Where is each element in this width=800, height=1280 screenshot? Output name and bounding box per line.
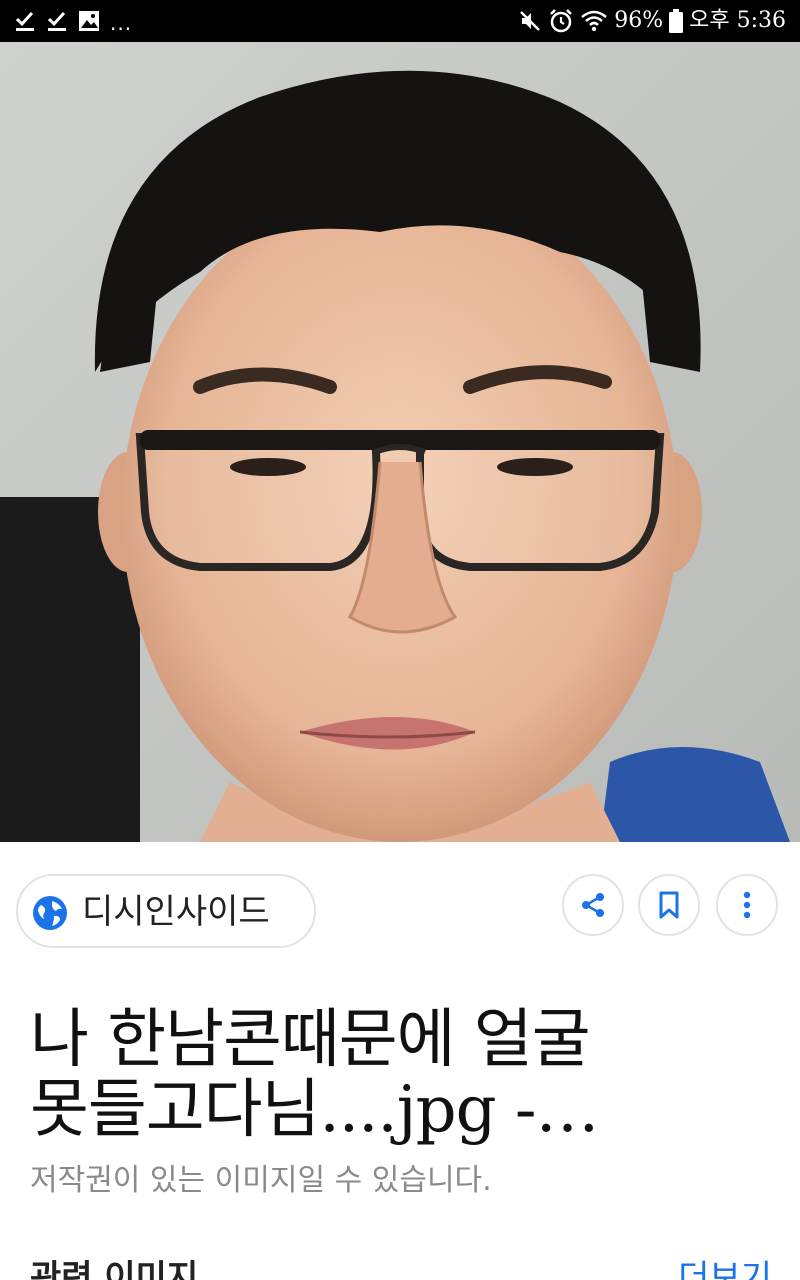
copyright-notice: 저작권이 있는 이미지일 수 있습니다. xyxy=(30,1163,492,1198)
bookmark-button[interactable] xyxy=(638,874,700,936)
check-icon xyxy=(15,11,34,31)
mute-icon xyxy=(520,11,541,31)
battery-icon xyxy=(669,9,684,33)
title-line: 나 한남콘때문에 얼굴 xyxy=(30,1003,591,1077)
share-icon xyxy=(582,893,604,917)
result-title[interactable]: 나 한남콘때문에 얼굴 못들고다님....jpg -… xyxy=(30,1005,770,1145)
clock: 오후 5:36 xyxy=(689,8,786,33)
alarm-icon xyxy=(550,9,573,33)
image-icon xyxy=(79,11,99,31)
check-icon xyxy=(47,11,66,31)
more-link[interactable]: 더보기 xyxy=(678,1250,772,1280)
bookmark-icon xyxy=(659,891,679,919)
status-bar: ... 96% 오후 5:36 xyxy=(0,0,800,42)
notification-icons: ... xyxy=(14,7,132,35)
globe-icon xyxy=(33,896,67,930)
wifi-icon xyxy=(581,10,608,32)
title-line: 못들고다님....jpg -… xyxy=(30,1073,600,1147)
source-name: 디시인사이드 xyxy=(82,892,270,932)
system-icons: 96% 오후 5:36 xyxy=(518,7,786,35)
battery-percent: 96% xyxy=(614,8,664,33)
more-vert-icon xyxy=(743,891,751,919)
notification-overflow: ... xyxy=(110,11,133,35)
related-images-heading: 관련 이미지 xyxy=(30,1258,199,1280)
share-button[interactable] xyxy=(562,874,624,936)
hero-image[interactable] xyxy=(0,42,800,842)
source-chip[interactable]: 디시인사이드 xyxy=(16,874,316,948)
more-options-button[interactable] xyxy=(716,874,778,936)
portrait-photo xyxy=(0,42,800,842)
